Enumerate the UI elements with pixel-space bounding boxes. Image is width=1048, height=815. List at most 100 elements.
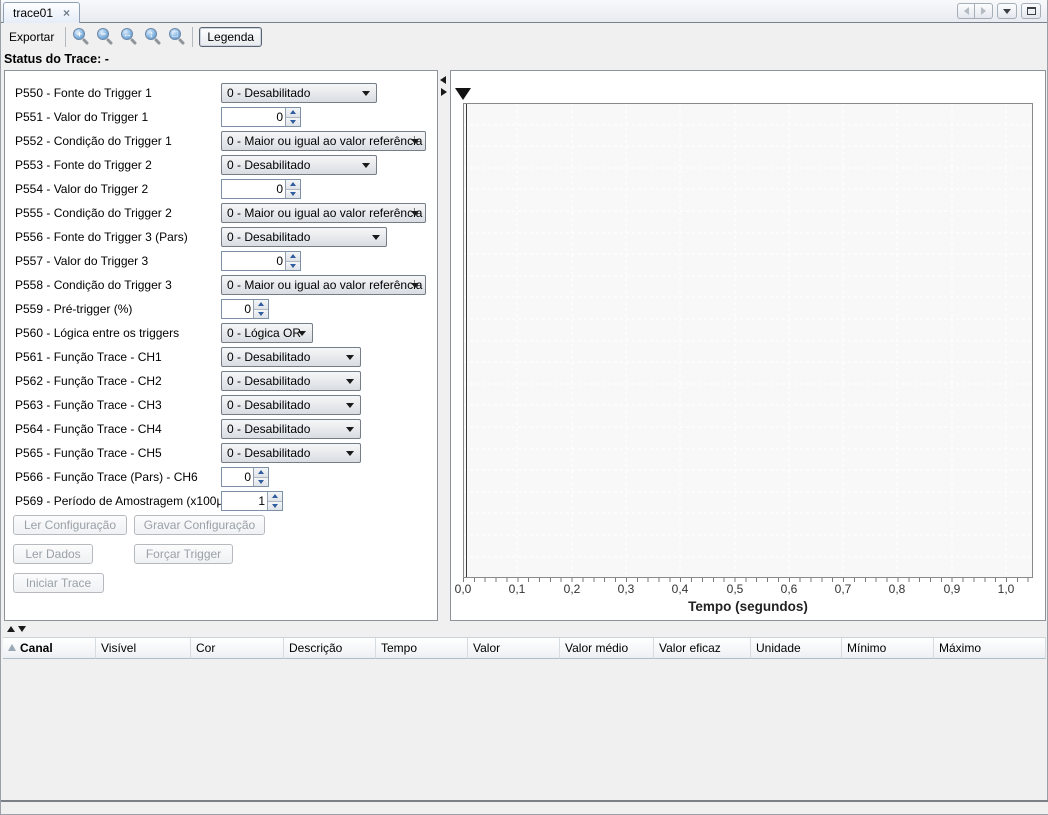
collapse-right-icon[interactable] [441,88,447,96]
legenda-toggle-button[interactable]: Legenda [199,27,262,47]
tab-close-icon[interactable]: × [63,7,70,19]
p552-label: P552 - Condição do Trigger 1 [15,131,172,151]
spinner-up-icon[interactable] [286,108,300,118]
p569-value-input[interactable] [222,492,267,510]
p566-value-input[interactable] [222,468,253,486]
forcar-trigger-button[interactable]: Forçar Trigger [134,544,233,564]
tab-trace01[interactable]: trace01 × [3,2,80,23]
p553-dropdown[interactable]: 0 - Desabilitado [221,155,377,175]
spinner-down-icon[interactable] [254,310,268,319]
column-header-visivel[interactable]: Visível [96,638,191,659]
vertical-splitter[interactable] [439,70,449,621]
zoom-auto-icon: □ [168,28,186,46]
p569-spinner[interactable] [221,491,283,511]
p556-dropdown[interactable]: 0 - Desabilitado [221,227,387,247]
x-tick-label: 0,0 [443,582,483,596]
collapse-down-icon[interactable] [18,626,26,632]
p563-dropdown[interactable]: 0 - Desabilitado [221,395,361,415]
column-header-maximo[interactable]: Máximo [934,638,1046,659]
config-row: P555 - Condição do Trigger 2 0 - Maior o… [5,203,437,223]
zoom-auto-button[interactable]: □ [165,26,189,48]
spinner-down-icon[interactable] [286,190,300,199]
tab-scroll-left-button[interactable] [957,3,975,19]
toolbar-separator [65,27,66,47]
trace-plot-area[interactable] [463,103,1033,578]
p558-dropdown[interactable]: 0 - Maior ou igual ao valor referência [221,275,426,295]
horizontal-splitter[interactable] [1,623,1048,636]
p557-spinner[interactable] [221,251,301,271]
p559-value-input[interactable] [222,300,253,318]
p557-value-input[interactable] [222,252,285,270]
p566-label: P566 - Função Trace (Pars) - CH6 [15,467,198,487]
chevron-down-icon [346,427,354,432]
zoom-out-icon: − [96,28,114,46]
tab-list-button[interactable] [997,3,1017,19]
p554-label: P554 - Valor do Trigger 2 [15,179,148,199]
x-tick-label: 0,2 [552,582,592,596]
p564-dropdown[interactable]: 0 - Desabilitado [221,419,361,439]
collapse-up-icon[interactable] [7,626,15,632]
trace-status-text: Status do Trace: - [4,52,109,66]
trigger-config-panel: P550 - Fonte do Trigger 1 0 - Desabilita… [4,70,438,621]
column-header-canal[interactable]: Canal [3,638,96,659]
column-header-valor-medio[interactable]: Valor médio [560,638,654,659]
p550-dropdown[interactable]: 0 - Desabilitado [221,83,377,103]
trace-window: trace01 × Exportar + − ↔ ↕ □ [0,0,1048,815]
spinner-down-icon[interactable] [254,478,268,487]
p551-spinner[interactable] [221,107,301,127]
spinner-up-icon[interactable] [286,180,300,190]
spinner-up-icon[interactable] [254,468,268,478]
config-row: P550 - Fonte do Trigger 1 0 - Desabilita… [5,83,437,103]
spinner-down-icon[interactable] [286,118,300,127]
exportar-button[interactable]: Exportar [3,26,62,48]
column-header-unidade[interactable]: Unidade [751,638,842,659]
column-header-valor[interactable]: Valor [468,638,560,659]
config-row: P564 - Função Trace - CH4 0 - Desabilita… [5,419,437,439]
ler-dados-button[interactable]: Ler Dados [13,544,93,564]
x-tick-label: 0,8 [877,582,917,596]
spinner-up-icon[interactable] [268,492,282,502]
channel-table-body [3,659,1046,800]
zoom-in-button[interactable]: + [69,26,93,48]
ler-configuracao-button[interactable]: Ler Configuração [13,515,127,535]
p566-spinner[interactable] [221,467,269,487]
column-header-valor-eficaz[interactable]: Valor eficaz [654,638,751,659]
p554-spinner[interactable] [221,179,301,199]
spinner-up-icon[interactable] [254,300,268,310]
p565-label: P565 - Função Trace - CH5 [15,443,162,463]
p562-dropdown[interactable]: 0 - Desabilitado [221,371,361,391]
config-row: P553 - Fonte do Trigger 2 0 - Desabilita… [5,155,437,175]
x-tick-label: 0,7 [823,582,863,596]
tab-scroll-right-button[interactable] [975,3,993,19]
spinner-down-icon[interactable] [268,502,282,511]
p554-value-input[interactable] [222,180,285,198]
window-bottom-edge [1,802,1048,815]
config-row: P565 - Função Trace - CH5 0 - Desabilita… [5,443,437,463]
spinner-up-icon[interactable] [286,252,300,262]
p563-label: P563 - Função Trace - CH3 [15,395,162,415]
maximize-button[interactable] [1021,3,1041,19]
p560-dropdown[interactable]: 0 - Lógica OR [221,323,313,343]
column-header-descricao[interactable]: Descrição [284,638,376,659]
chevron-down-icon [346,355,354,360]
chevron-left-icon [964,7,969,15]
zoom-out-button[interactable]: − [93,26,117,48]
iniciar-trace-button[interactable]: Iniciar Trace [13,573,104,593]
zoom-horizontal-button[interactable]: ↔ [117,26,141,48]
p559-spinner[interactable] [221,299,269,319]
gravar-configuracao-button[interactable]: Gravar Configuração [134,515,265,535]
spinner-down-icon[interactable] [286,262,300,271]
zoom-vertical-button[interactable]: ↕ [141,26,165,48]
p555-label: P555 - Condição do Trigger 2 [15,203,172,223]
column-header-cor[interactable]: Cor [191,638,284,659]
config-row: P551 - Valor do Trigger 1 [5,107,437,127]
collapse-left-icon[interactable] [440,76,446,84]
column-header-minimo[interactable]: Mínimo [842,638,934,659]
p552-dropdown[interactable]: 0 - Maior ou igual ao valor referência [221,131,426,151]
p555-dropdown[interactable]: 0 - Maior ou igual ao valor referência [221,203,426,223]
column-header-tempo[interactable]: Tempo [376,638,468,659]
p565-dropdown[interactable]: 0 - Desabilitado [221,443,361,463]
p551-value-input[interactable] [222,108,285,126]
p561-dropdown[interactable]: 0 - Desabilitado [221,347,361,367]
config-row: P556 - Fonte do Trigger 3 (Pars) 0 - Des… [5,227,437,247]
